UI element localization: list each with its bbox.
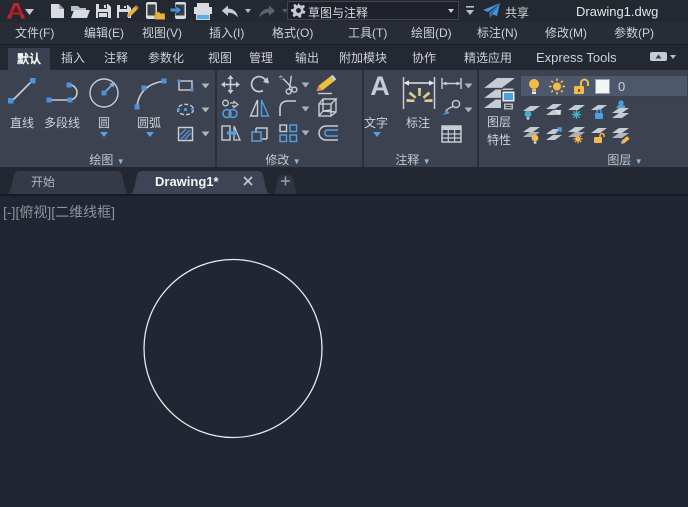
- svg-text:A: A: [6, 1, 26, 21]
- svg-text:开始: 开始: [31, 175, 55, 189]
- svg-text:Drawing1*: Drawing1*: [155, 174, 220, 189]
